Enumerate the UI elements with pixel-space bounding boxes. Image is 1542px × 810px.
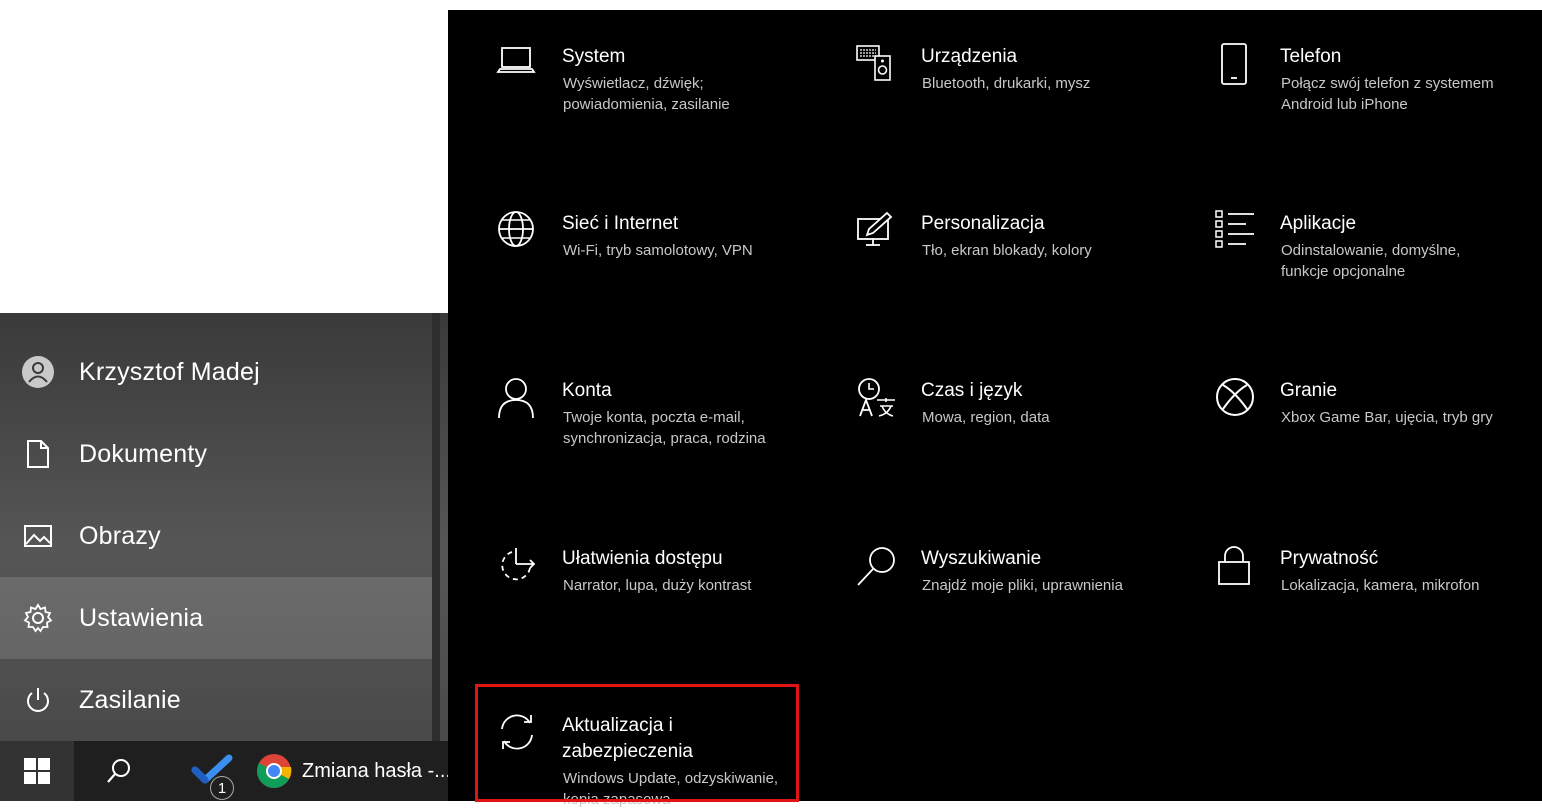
tile-title: Sieć i Internet <box>562 213 679 234</box>
start-menu-power-label: Zasilanie <box>79 685 181 714</box>
power-icon <box>20 682 56 718</box>
tile-title: Czas i język <box>921 380 1023 401</box>
taskbar-search-button[interactable] <box>84 741 154 801</box>
tile-description: Mowa, region, data <box>922 409 1050 426</box>
chrome-icon <box>256 753 292 789</box>
settings-tile-network[interactable]: Sieć i Internet Wi-Fi, tryb samolotowy, … <box>448 191 788 321</box>
tile-title: Wyszukiwanie <box>921 548 1042 569</box>
accessibility-icon <box>496 544 536 584</box>
personalization-icon <box>855 209 895 249</box>
windows-logo-icon <box>23 757 51 785</box>
user-avatar-icon <box>20 354 56 390</box>
time-language-icon <box>855 376 895 417</box>
start-menu-settings-label: Ustawienia <box>79 603 204 632</box>
laptop-icon <box>496 42 536 82</box>
apps-list-icon <box>1214 209 1254 249</box>
tile-description: Połącz swój telefon z systemem Android l… <box>1281 75 1494 113</box>
start-menu-scrollbar[interactable] <box>432 313 440 741</box>
xbox-icon <box>1214 376 1254 416</box>
tile-title: Telefon <box>1280 46 1342 67</box>
tile-description: Narrator, lupa, duży kontrast <box>563 577 752 594</box>
gear-icon <box>20 600 56 636</box>
settings-tile-time-language[interactable]: Czas i język Mowa, region, data <box>807 358 1147 488</box>
globe-icon <box>496 209 536 249</box>
tile-description: Twoje konta, poczta e-mail, synchronizac… <box>563 409 766 447</box>
start-menu-documents-label: Dokumenty <box>79 439 208 468</box>
tile-title: Personalizacja <box>921 213 1045 234</box>
chrome-window-title: Zmiana hasła -... <box>302 759 451 782</box>
taskbar-chrome-window[interactable]: Zmiana hasła -... <box>256 741 451 801</box>
tile-description: Znajdź moje pliki, uprawnienia <box>922 577 1123 594</box>
tile-description: Wi-Fi, tryb samolotowy, VPN <box>563 242 753 259</box>
settings-tile-search[interactable]: Wyszukiwanie Znajdź moje pliki, uprawnie… <box>807 526 1147 656</box>
settings-tile-privacy[interactable]: Prywatność Lokalizacja, kamera, mikrofon <box>1166 526 1506 656</box>
start-menu-pictures[interactable]: Obrazy <box>0 495 432 577</box>
lock-icon <box>1214 544 1254 585</box>
settings-tile-gaming[interactable]: Granie Xbox Game Bar, ujęcia, tryb gry <box>1166 358 1506 488</box>
tile-description: Odinstalowanie, domyślne, funkcje opcjon… <box>1281 242 1461 280</box>
todo-badge: 1 <box>210 776 234 800</box>
tile-description: Wyświetlacz, dźwięk; powiadomienia, zasi… <box>563 75 730 113</box>
update-tile-highlight-box <box>475 684 799 802</box>
tile-title: Konta <box>562 380 612 401</box>
settings-tile-apps[interactable]: Aplikacje Odinstalowanie, domyślne, funk… <box>1166 191 1506 321</box>
search-icon <box>855 544 895 586</box>
tile-description: Bluetooth, drukarki, mysz <box>922 75 1091 92</box>
start-menu-documents[interactable]: Dokumenty <box>0 413 432 495</box>
devices-icon <box>855 42 895 82</box>
start-button[interactable] <box>0 741 74 801</box>
search-icon <box>105 757 133 785</box>
settings-tile-phone[interactable]: Telefon Połącz swój telefon z systemem A… <box>1166 24 1506 154</box>
tile-title: Urządzenia <box>921 46 1018 67</box>
tile-title: Granie <box>1280 380 1338 401</box>
start-menu-user[interactable]: Krzysztof Madej <box>0 331 432 413</box>
picture-icon <box>20 518 56 554</box>
settings-tile-personalization[interactable]: Personalizacja Tło, ekran blokady, kolor… <box>807 191 1147 321</box>
tile-title: Prywatność <box>1280 548 1379 569</box>
document-icon <box>20 436 56 472</box>
settings-home: System Wyświetlacz, dźwięk; powiadomieni… <box>448 10 1542 808</box>
start-menu-settings[interactable]: Ustawienia <box>0 577 432 659</box>
start-menu: Krzysztof Madej Dokumenty Obrazy Ustawie… <box>0 313 448 741</box>
settings-tile-system[interactable]: System Wyświetlacz, dźwięk; powiadomieni… <box>448 24 788 154</box>
tile-description: Xbox Game Bar, ujęcia, tryb gry <box>1281 409 1493 426</box>
settings-tile-accessibility[interactable]: Ułatwienia dostępu Narrator, lupa, duży … <box>448 526 788 656</box>
settings-tile-devices[interactable]: Urządzenia Bluetooth, drukarki, mysz <box>807 24 1147 154</box>
settings-tile-accounts[interactable]: Konta Twoje konta, poczta e-mail, synchr… <box>448 358 788 488</box>
start-menu-power[interactable]: Zasilanie <box>0 659 432 741</box>
tile-description: Lokalizacja, kamera, mikrofon <box>1281 577 1480 594</box>
start-menu-pictures-label: Obrazy <box>79 521 161 550</box>
tile-title: Aplikacje <box>1280 213 1357 234</box>
account-icon <box>496 376 536 419</box>
phone-icon <box>1214 42 1254 85</box>
tile-description: Tło, ekran blokady, kolory <box>922 242 1092 259</box>
tile-title: Ułatwienia dostępu <box>562 548 723 569</box>
tile-title: System <box>562 46 626 67</box>
start-menu-user-label: Krzysztof Madej <box>79 357 260 386</box>
